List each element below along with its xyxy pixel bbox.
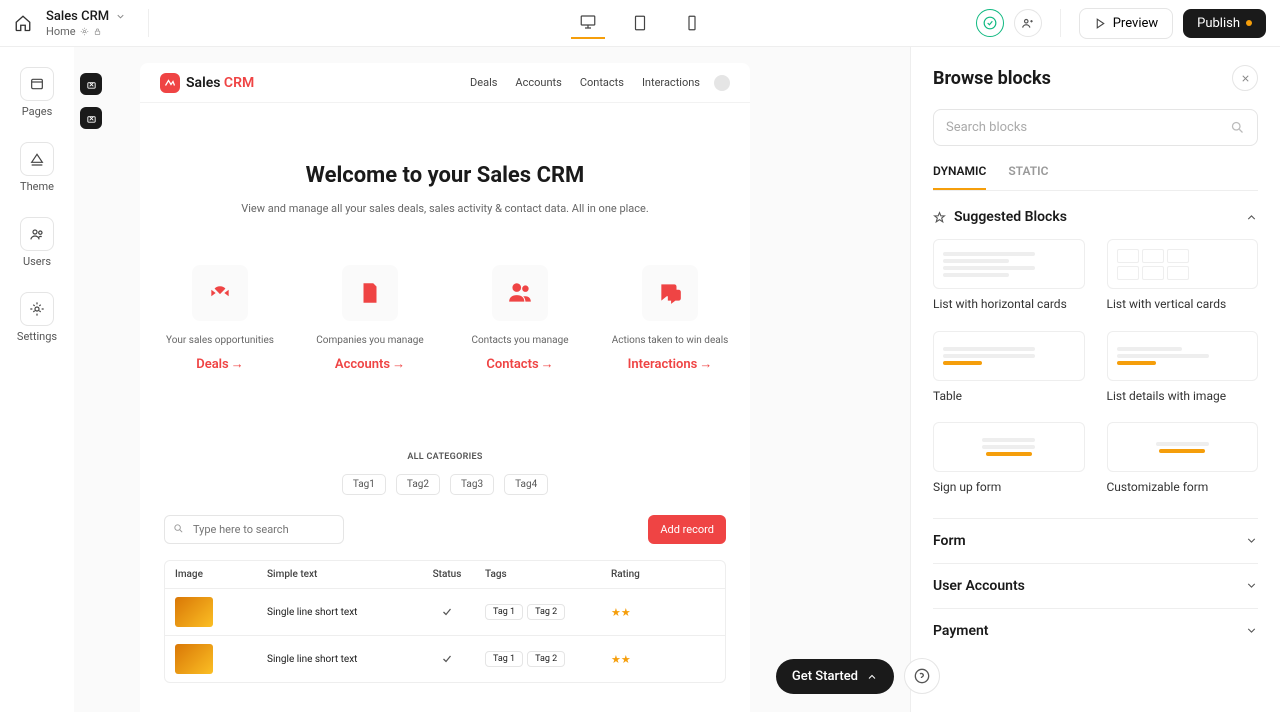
th-rating[interactable]: Rating (601, 561, 661, 588)
nav-interactions[interactable]: Interactions (642, 76, 700, 89)
th-text[interactable]: Simple text (257, 561, 419, 588)
nav-theme[interactable]: Theme (20, 142, 54, 193)
card-contacts[interactable]: Contacts you manageContacts → (460, 265, 580, 372)
nav-users[interactable]: Users (20, 217, 54, 268)
tab-static[interactable]: STATIC (1008, 164, 1048, 190)
page-name[interactable]: Home (46, 25, 76, 38)
th-status[interactable]: Status (419, 561, 475, 588)
hero-subtitle: View and manage all your sales deals, sa… (170, 202, 720, 215)
project-name[interactable]: Sales CRM (46, 9, 109, 24)
get-started-button[interactable]: Get Started (776, 659, 894, 694)
block-list-vertical[interactable]: List with vertical cards (1107, 239, 1259, 313)
nav-contacts[interactable]: Contacts (580, 76, 624, 89)
publish-dot-icon (1246, 20, 1252, 26)
preview-button[interactable]: Preview (1079, 8, 1173, 39)
panel-title: Browse blocks (933, 68, 1051, 89)
canvas-page[interactable]: Sales CRM Deals Accounts Contacts Intera… (140, 63, 750, 712)
lock-icon (93, 27, 102, 36)
section-form[interactable]: Form (933, 518, 1258, 563)
help-button[interactable] (904, 658, 940, 694)
table-search-input[interactable] (164, 515, 344, 544)
block-list-details[interactable]: List details with image (1107, 331, 1259, 405)
check-icon (419, 589, 475, 635)
nav-pages[interactable]: Pages (20, 67, 54, 118)
star-icon (933, 211, 946, 224)
publish-button[interactable]: Publish (1183, 9, 1266, 38)
add-record-button[interactable]: Add record (648, 515, 726, 544)
thumb-image (175, 597, 213, 627)
all-categories-label: ALL CATEGORIES (140, 452, 750, 462)
chevron-down-icon (1245, 624, 1258, 637)
block-signup-form[interactable]: Sign up form (933, 422, 1085, 496)
tag-filter[interactable]: Tag4 (504, 474, 548, 495)
search-icon (173, 523, 184, 534)
block-custom-form[interactable]: Customizable form (1107, 422, 1259, 496)
collaborators-icon[interactable] (1014, 9, 1042, 37)
block-list-horizontal[interactable]: List with horizontal cards (933, 239, 1085, 313)
card-interactions[interactable]: Actions taken to win dealsInteractions → (610, 265, 730, 372)
lock-section-icon[interactable] (80, 107, 102, 129)
nav-deals[interactable]: Deals (470, 76, 497, 89)
lock-header-icon[interactable] (80, 73, 102, 95)
hero-title: Welcome to your Sales CRM (170, 163, 720, 188)
thumb-image (175, 644, 213, 674)
chevron-down-icon (1245, 579, 1258, 592)
tag-filter[interactable]: Tag2 (396, 474, 440, 495)
card-accounts[interactable]: Companies you manageAccounts → (310, 265, 430, 372)
block-table[interactable]: Table (933, 331, 1085, 405)
app-logo[interactable]: Sales CRM (160, 73, 254, 93)
chevron-up-icon (866, 671, 878, 683)
section-user-accounts[interactable]: User Accounts (933, 563, 1258, 608)
chevron-down-icon (1245, 534, 1258, 547)
gear-icon[interactable] (80, 27, 89, 36)
status-check-icon[interactable] (976, 9, 1004, 37)
th-tags[interactable]: Tags (475, 561, 601, 588)
th-image[interactable]: Image (165, 561, 257, 588)
table-row[interactable]: Single line short text Tag 1Tag 2 ★★ (165, 636, 725, 682)
card-deals[interactable]: Your sales opportunitiesDeals → (160, 265, 280, 372)
device-desktop[interactable] (571, 7, 605, 39)
rating-stars: ★★ (601, 589, 661, 635)
chevron-down-icon[interactable] (115, 11, 126, 22)
check-icon (419, 636, 475, 682)
device-tablet[interactable] (623, 7, 657, 39)
nav-settings[interactable]: Settings (17, 292, 57, 343)
home-icon[interactable] (14, 14, 32, 32)
rating-stars: ★★ (601, 636, 661, 682)
tab-dynamic[interactable]: DYNAMIC (933, 164, 986, 190)
close-panel-button[interactable] (1232, 65, 1258, 91)
section-payment[interactable]: Payment (933, 608, 1258, 653)
block-search-input[interactable] (946, 120, 1230, 135)
device-mobile[interactable] (675, 7, 709, 39)
table-row[interactable]: Single line short text Tag 1Tag 2 ★★ (165, 589, 725, 636)
section-suggested[interactable]: Suggested Blocks (933, 209, 1258, 225)
chevron-up-icon (1245, 211, 1258, 224)
tag-filter[interactable]: Tag1 (342, 474, 386, 495)
search-icon (1230, 120, 1245, 135)
nav-accounts[interactable]: Accounts (515, 76, 561, 89)
tag-filter[interactable]: Tag3 (450, 474, 494, 495)
avatar[interactable] (714, 75, 730, 91)
